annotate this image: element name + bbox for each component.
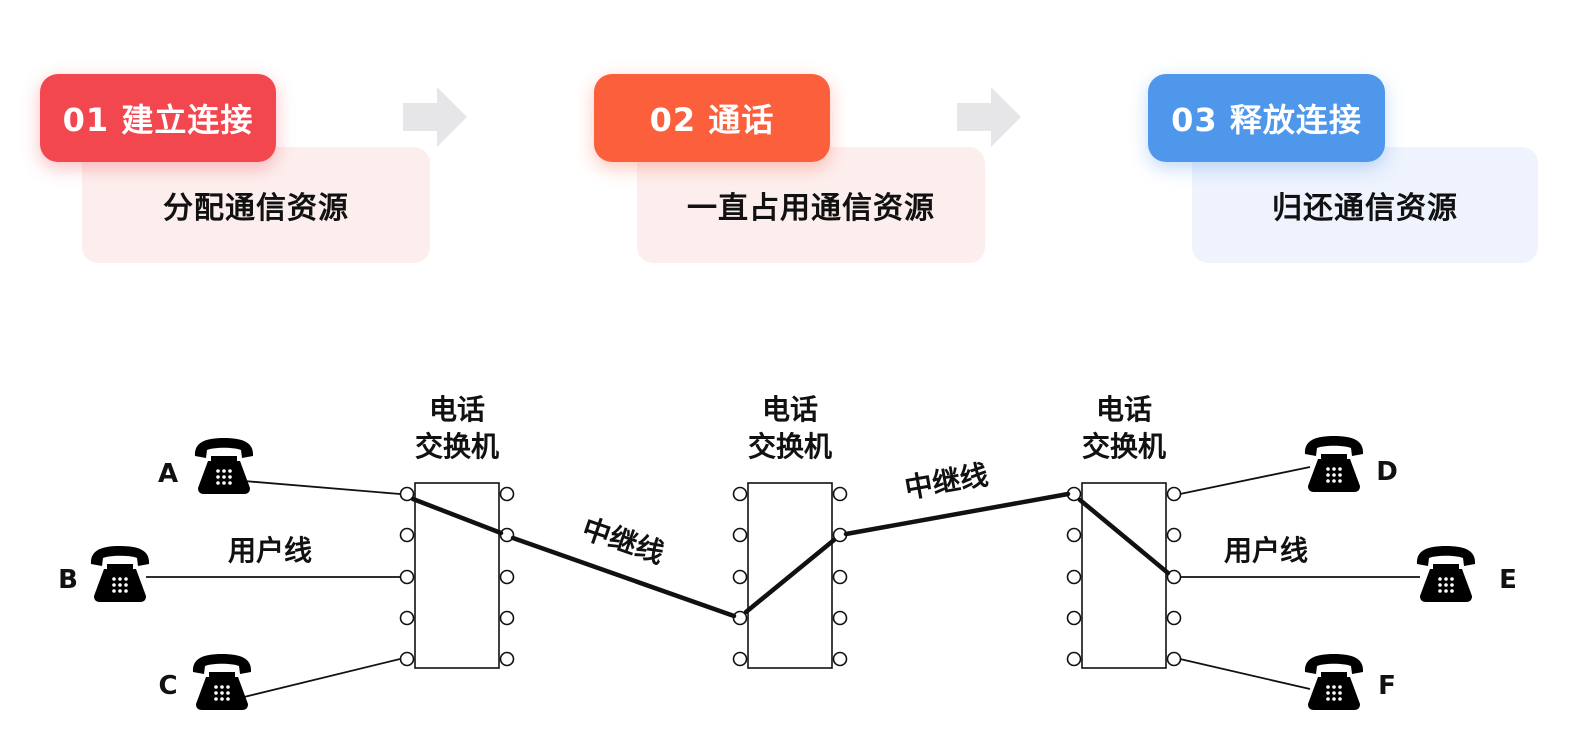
trunk-line-label-1: 中继线 [578, 512, 668, 571]
telephone-icon [194, 438, 254, 494]
switch-2-label-line1: 电话 [762, 393, 818, 426]
circuit-switching-diagram: 电话 交换机 电话 交换机 电话 交换机 中继线 中继线 用户线 用户线 A B… [58, 393, 1517, 710]
phone-c-label: C [158, 671, 177, 701]
telephone-icon [1416, 546, 1476, 602]
trunk-line-label-2: 中继线 [902, 458, 990, 505]
switch-3-label-line1: 电话 [1096, 393, 1152, 426]
telephone-icon [1304, 436, 1364, 492]
phone-e: E [1416, 546, 1517, 602]
user-line-label-left: 用户线 [228, 534, 312, 567]
phone-c: C [158, 654, 252, 710]
switch-1-label-line2: 交换机 [415, 430, 499, 463]
phone-d-label: D [1376, 457, 1398, 487]
phone-f: F [1304, 654, 1396, 710]
telephone-icon [192, 654, 252, 710]
telephone-switch-2: 电话 交换机 [732, 393, 848, 669]
switch-3-label-line2: 交换机 [1082, 430, 1166, 463]
telephone-switch-3: 电话 交换机 [1066, 393, 1182, 669]
phone-f-label: F [1378, 671, 1396, 701]
phone-b: B [58, 546, 150, 602]
phone-a-label: A [158, 459, 178, 489]
switch-1-label-line1: 电话 [429, 393, 485, 426]
user-line-label-right: 用户线 [1224, 534, 1308, 567]
phone-e-label: E [1499, 565, 1517, 595]
telephone-icon [90, 546, 150, 602]
phone-a: A [158, 438, 254, 494]
telephone-icon [1304, 654, 1364, 710]
phone-b-label: B [58, 565, 78, 595]
switch-2-label-line2: 交换机 [748, 430, 832, 463]
phone-d: D [1304, 436, 1398, 492]
stage: 分配通信资源 01 建立连接 一直占用通信资源 02 通话 归还通信资源 03 … [0, 0, 1592, 740]
